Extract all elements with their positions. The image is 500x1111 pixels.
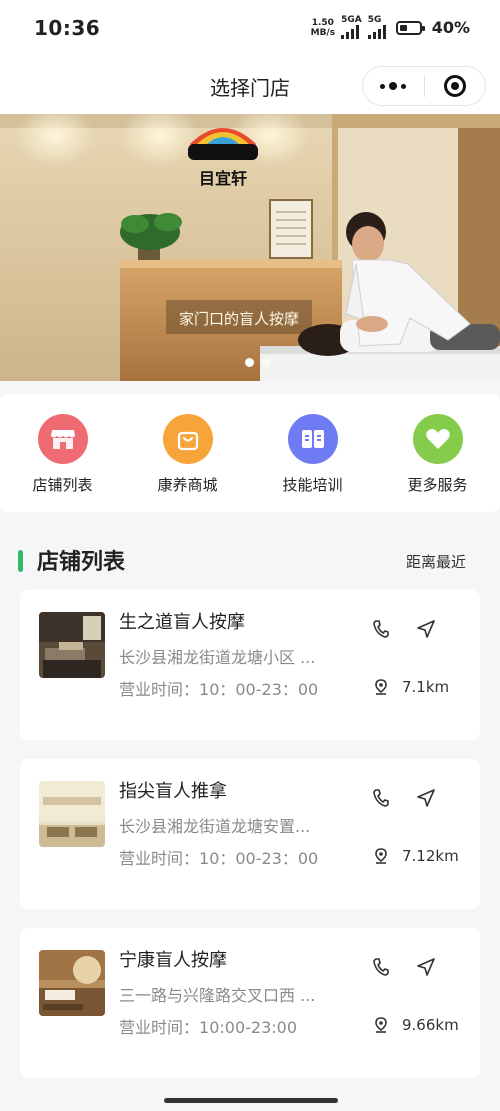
banner-carousel[interactable]: 目宜轩 家门口的盲人按摩	[0, 114, 500, 381]
call-button[interactable]	[368, 785, 394, 811]
carousel-dot-2[interactable]	[262, 358, 271, 367]
navigate-button[interactable]	[412, 954, 440, 980]
menu-label: 技能培训	[282, 476, 343, 494]
call-button[interactable]	[368, 954, 394, 980]
mini-program-capsule	[362, 66, 486, 106]
menu-item-more-services[interactable]: 更多服务	[375, 394, 500, 512]
call-button[interactable]	[368, 616, 394, 642]
store-address: 长沙县湘龙街道龙塘安置...	[119, 817, 311, 836]
store-card[interactable]: 生之道盲人按摩 长沙县湘龙街道龙塘小区 ... 营业时间：10：00-23：00…	[20, 590, 480, 740]
store-hours: 营业时间：10:00-23:00	[119, 1018, 298, 1037]
battery-fill	[399, 24, 407, 31]
store-thumbnail	[39, 612, 105, 678]
store-hours: 营业时间：10：00-23：00	[119, 849, 319, 868]
distance-value: 7.12km	[402, 847, 459, 865]
network-speed: 1.50 MB/s	[310, 17, 336, 38]
banner-sign-text: 家门口的盲人按摩	[179, 310, 299, 328]
shopping-bag-icon	[162, 414, 213, 464]
store-icon	[37, 414, 88, 464]
signal-5ga-icon: 5GA	[341, 16, 362, 39]
carousel-dot-1[interactable]	[245, 358, 254, 367]
battery-percent: 40%	[431, 18, 470, 37]
menu-label: 店铺列表	[32, 476, 93, 494]
menu-item-store-list[interactable]: 店铺列表	[0, 394, 125, 512]
store-distance: 7.12km	[374, 847, 459, 865]
sort-by-distance-button[interactable]: 距离最近	[406, 551, 466, 572]
banner-logo-text: 目宜轩	[199, 169, 247, 188]
battery-icon	[395, 20, 425, 35]
phone-icon	[373, 958, 389, 976]
store-card[interactable]: 指尖盲人推拿 长沙县湘龙街道龙塘安置... 营业时间：10：00-23：00 7…	[20, 759, 480, 909]
store-distance: 9.66km	[374, 1016, 459, 1034]
navigation-arrow-icon	[417, 789, 435, 807]
store-name: 生之道盲人按摩	[119, 612, 245, 633]
store-hours: 营业时间：10：00-23：00	[119, 680, 319, 699]
store-address: 三一路与兴隆路交叉口西 ...	[119, 986, 316, 1005]
location-pin-icon	[375, 679, 387, 695]
store-name: 宁康盲人按摩	[119, 950, 227, 971]
heart-icon	[412, 414, 463, 464]
section-header: 店铺列表 距离最近	[0, 540, 500, 580]
navigate-button[interactable]	[412, 785, 440, 811]
distance-value: 9.66km	[402, 1016, 459, 1034]
location-pin-icon	[375, 848, 387, 864]
section-title: 店铺列表	[37, 550, 126, 575]
nav-bar: 选择门店	[0, 58, 500, 114]
store-address: 长沙县湘龙街道龙塘小区 ...	[119, 648, 316, 667]
phone-icon	[373, 620, 389, 638]
distance-value: 7.1km	[402, 678, 450, 696]
status-time: 10:36	[34, 16, 101, 40]
more-dots-icon	[380, 82, 407, 90]
navigation-arrow-icon	[417, 958, 435, 976]
menu-item-health-mall[interactable]: 康养商城	[125, 394, 250, 512]
store-distance: 7.1km	[374, 678, 449, 696]
store-thumbnail	[39, 950, 105, 1016]
navigate-button[interactable]	[412, 616, 440, 642]
phone-icon	[373, 789, 389, 807]
signal-5g-icon: 5G	[367, 16, 386, 39]
navigation-arrow-icon	[417, 620, 435, 638]
book-icon	[287, 414, 338, 464]
quick-menu: 店铺列表 康养商城 技能培训 更多服务	[0, 394, 500, 512]
store-name: 指尖盲人推拿	[119, 781, 227, 802]
menu-label: 康养商城	[157, 476, 218, 494]
target-circle-icon	[443, 75, 466, 97]
menu-item-skill-training[interactable]: 技能培训	[250, 394, 375, 512]
menu-label: 更多服务	[407, 476, 468, 494]
banner-image: 目宜轩 家门口的盲人按摩	[0, 114, 500, 381]
status-bar: 10:36 1.50 MB/s 5GA 5G 40%	[0, 0, 500, 58]
more-button[interactable]	[363, 67, 424, 105]
location-pin-icon	[375, 1017, 387, 1033]
section-accent-bar	[18, 550, 23, 572]
home-indicator[interactable]	[164, 1098, 338, 1103]
store-card[interactable]: 宁康盲人按摩 三一路与兴隆路交叉口西 ... 营业时间：10:00-23:00 …	[20, 928, 480, 1078]
status-icons: 1.50 MB/s 5GA 5G 40%	[311, 16, 470, 39]
close-button[interactable]	[425, 67, 486, 105]
store-thumbnail	[39, 781, 105, 847]
